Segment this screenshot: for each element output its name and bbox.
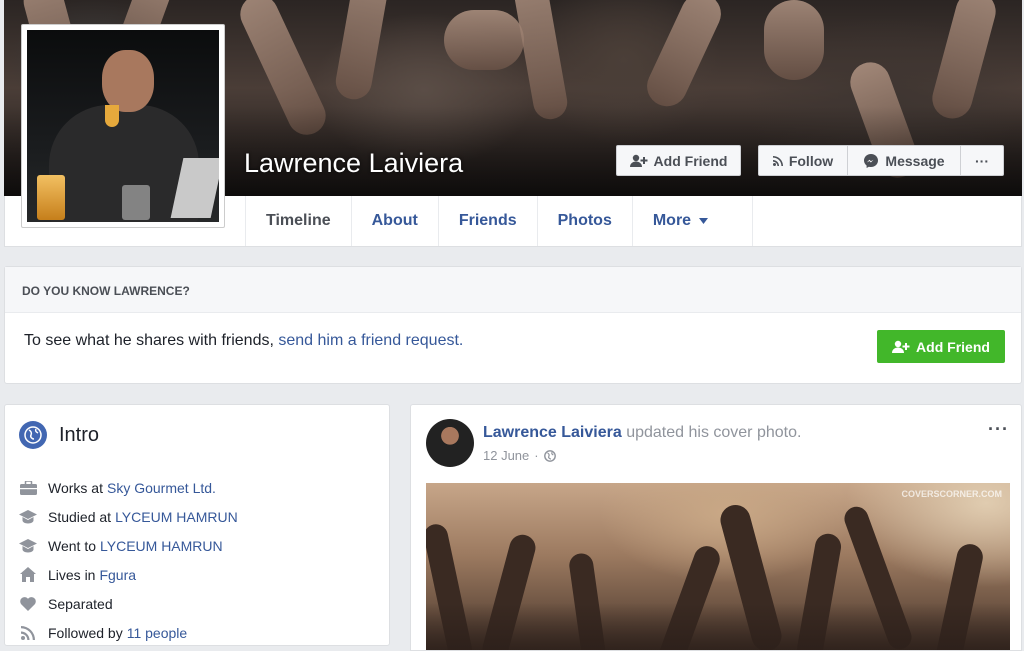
send-friend-request-link[interactable]: send him a friend request. — [278, 332, 463, 349]
studied-at-link[interactable]: LYCEUM HAMRUN — [115, 509, 238, 525]
more-icon: ··· — [975, 152, 989, 169]
add-friend-green-button[interactable]: Add Friend — [877, 330, 1005, 363]
post-author-link[interactable]: Lawrence Laiviera — [483, 424, 622, 441]
tab-photos[interactable]: Photos — [536, 196, 632, 246]
heart-icon — [19, 595, 37, 613]
tab-timeline[interactable]: Timeline — [245, 196, 351, 246]
briefcase-icon — [19, 479, 37, 497]
post-cover-photo[interactable]: COVERSCORNER.COM — [426, 483, 1010, 650]
rss-icon — [772, 155, 783, 166]
tab-about[interactable]: About — [350, 196, 438, 246]
tab-friends[interactable]: Friends — [437, 196, 537, 246]
work-link[interactable]: Sky Gourmet Ltd. — [107, 480, 216, 496]
more-options-button[interactable]: ··· — [960, 145, 1004, 176]
follow-button[interactable]: Follow — [758, 145, 848, 176]
post-header: Lawrence Laiviera updated his cover phot… — [483, 424, 802, 441]
intro-title: Intro — [59, 423, 100, 446]
friend-request-heading: DO YOU KNOW LAWRENCE? — [5, 267, 1021, 313]
went-to-link[interactable]: LYCEUM HAMRUN — [100, 538, 223, 554]
intro-item-work: Works at Sky Gourmet Ltd. — [19, 473, 238, 502]
messenger-icon — [864, 153, 879, 168]
followers-link[interactable]: 11 people — [127, 625, 187, 641]
globe-icon — [19, 421, 47, 449]
profile-name[interactable]: Lawrence Laiviera — [244, 148, 463, 179]
intro-card: Intro Works at Sky Gourmet Ltd. Studied a… — [4, 404, 390, 646]
caret-down-icon — [699, 218, 709, 224]
intro-item-studied: Studied at LYCEUM HAMRUN — [19, 502, 238, 531]
post-timestamp: 12 June · — [483, 448, 556, 463]
post-options-button[interactable]: ··· — [988, 419, 1009, 440]
timeline-post: Lawrence Laiviera updated his cover phot… — [410, 404, 1022, 651]
add-friend-icon — [892, 340, 910, 353]
home-icon — [19, 566, 37, 584]
tab-more[interactable]: More — [631, 196, 754, 246]
photo-watermark: COVERSCORNER.COM — [901, 489, 1002, 499]
avatar[interactable] — [426, 419, 474, 467]
post-date-link[interactable]: 12 June — [483, 448, 529, 463]
intro-item-lives: Lives in Fgura — [19, 560, 238, 589]
graduation-cap-icon — [19, 537, 37, 555]
add-friend-icon — [629, 154, 648, 167]
public-globe-icon[interactable] — [543, 449, 556, 462]
profile-picture[interactable] — [21, 24, 225, 228]
friend-request-text: To see what he shares with friends, send… — [24, 332, 464, 349]
friend-request-box: DO YOU KNOW LAWRENCE? To see what he sha… — [4, 266, 1022, 384]
graduation-cap-icon — [19, 508, 37, 526]
add-friend-button[interactable]: Add Friend — [616, 145, 741, 176]
rss-icon — [19, 624, 37, 642]
message-button[interactable]: Message — [847, 145, 961, 176]
lives-in-link[interactable]: Fgura — [99, 567, 136, 583]
intro-item-relationship: Separated — [19, 589, 238, 618]
intro-item-went-to: Went to LYCEUM HAMRUN — [19, 531, 238, 560]
intro-item-followers: Followed by 11 people — [19, 618, 238, 647]
